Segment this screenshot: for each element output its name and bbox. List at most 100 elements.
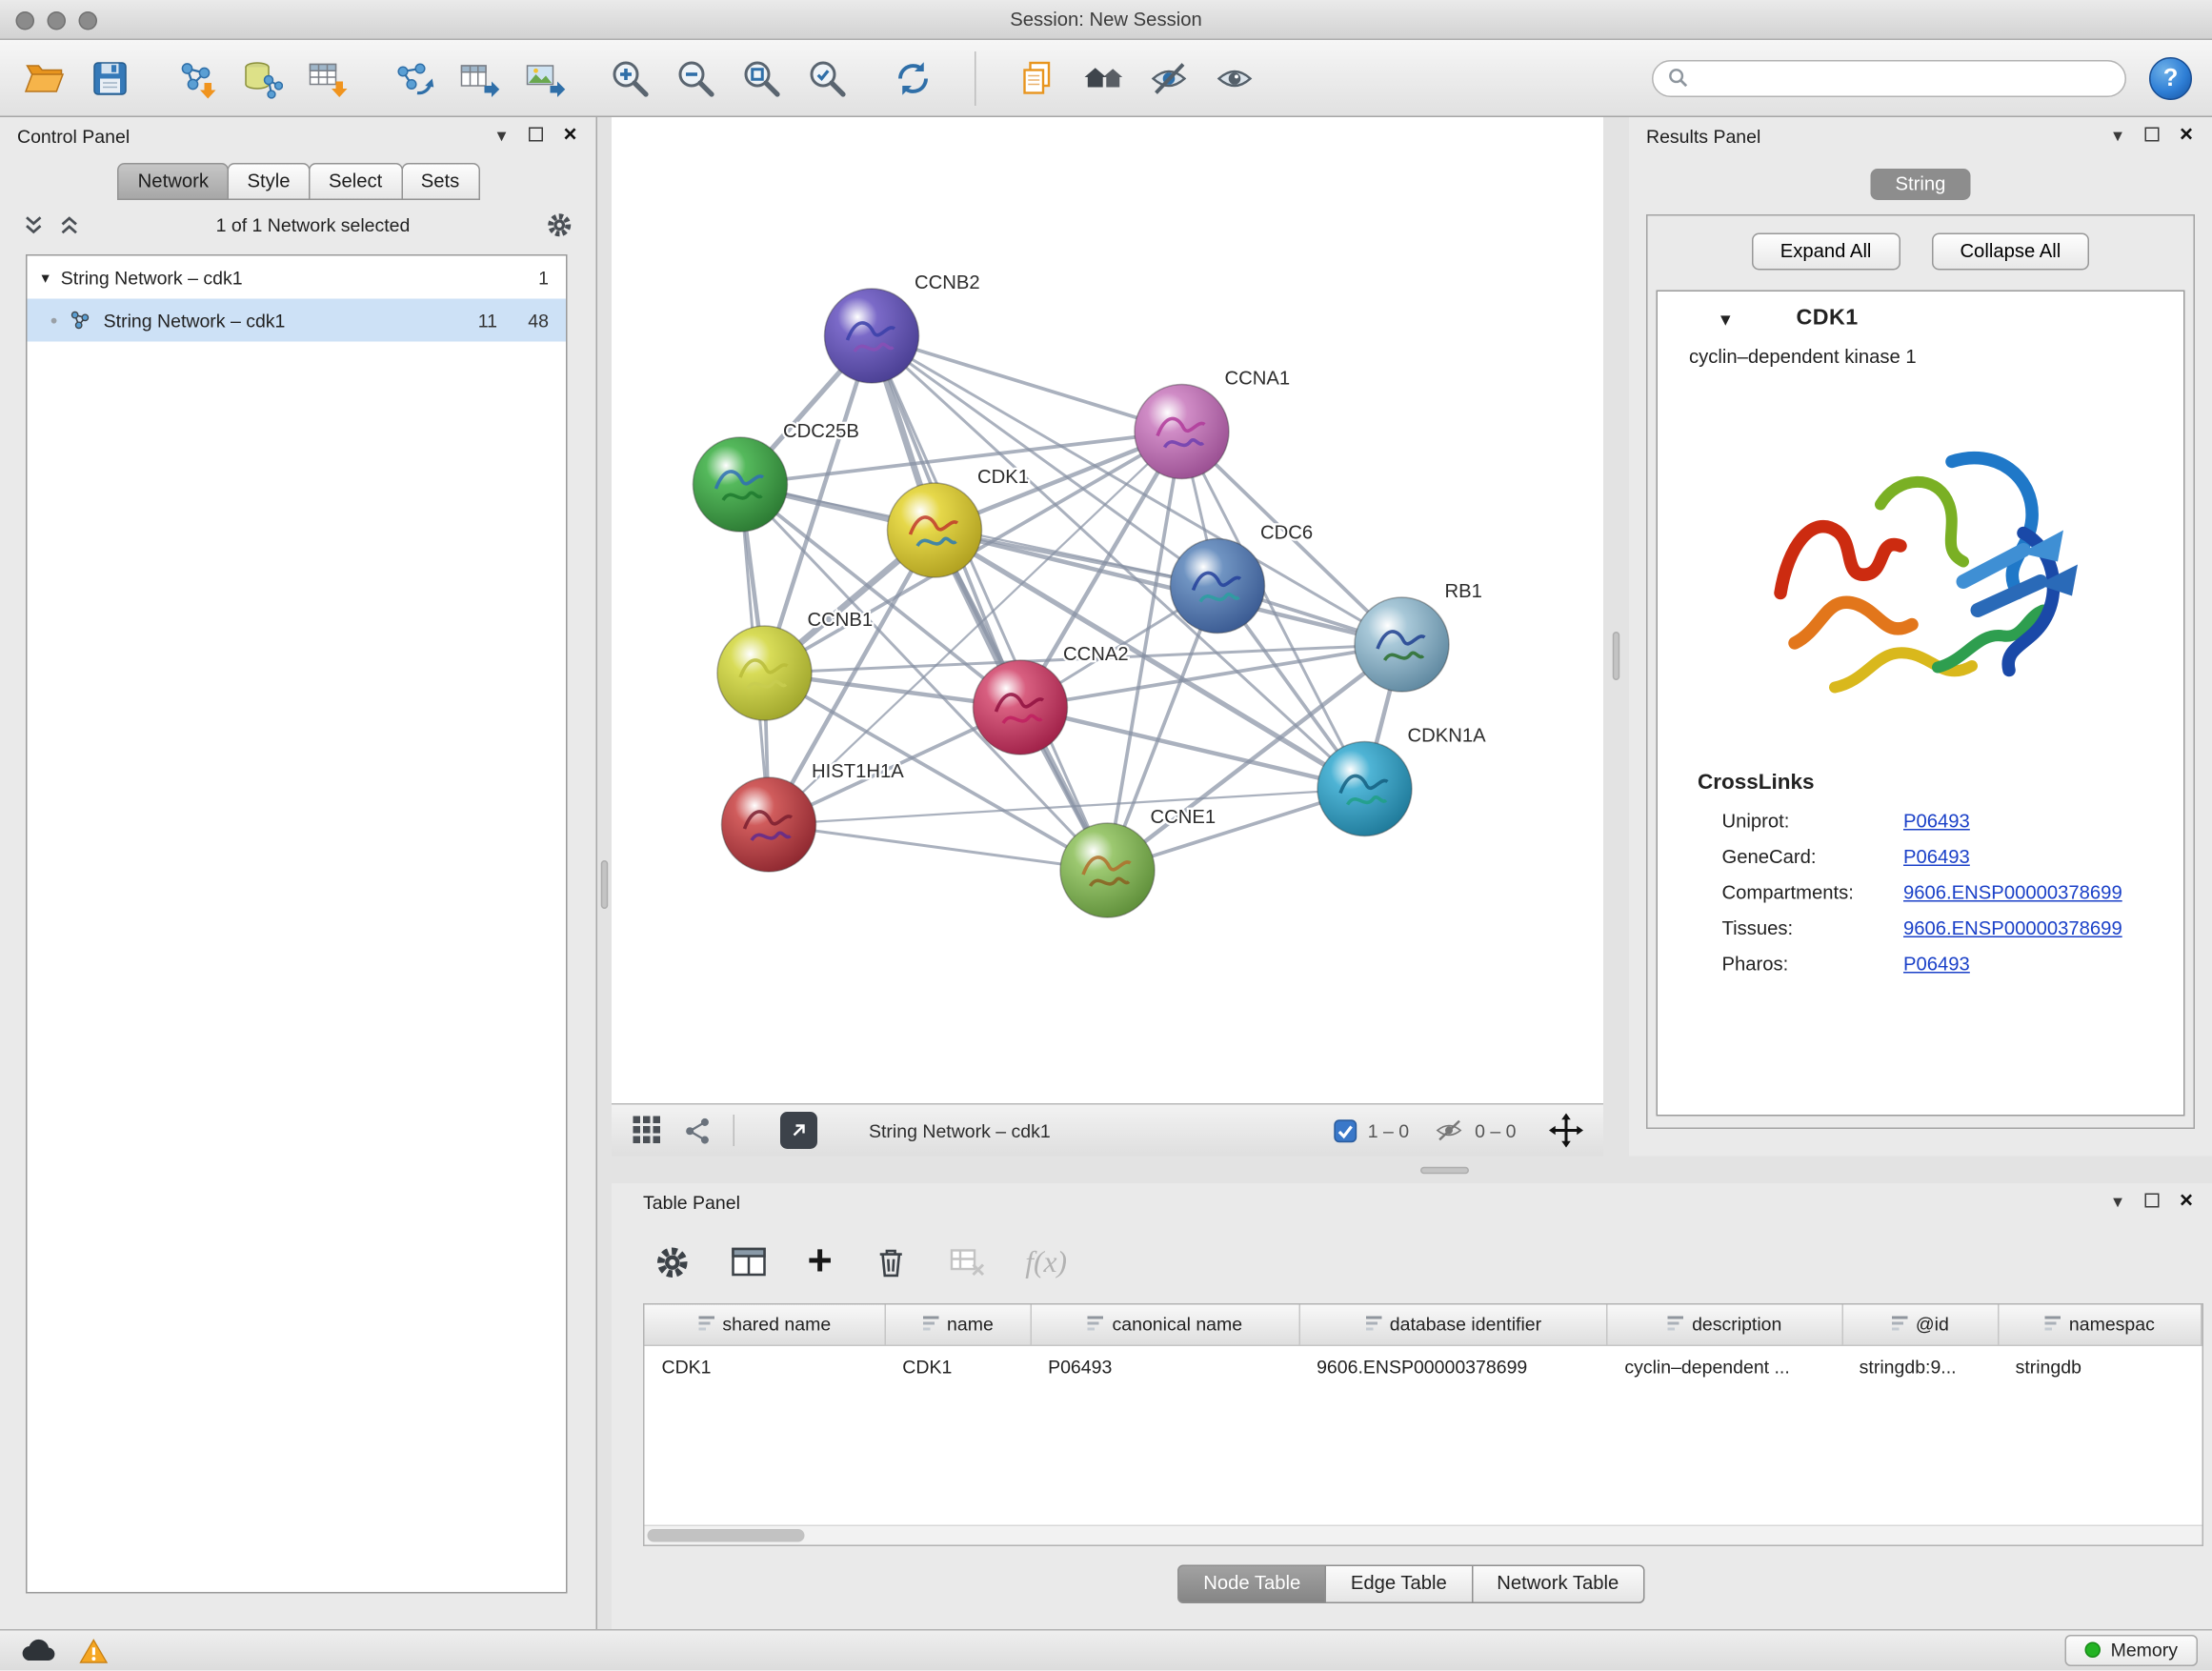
network-node-CDKN1A[interactable] <box>1317 742 1412 836</box>
import-network-file-button[interactable] <box>171 53 220 102</box>
panel-close-icon[interactable]: × <box>559 126 582 146</box>
export-image-button[interactable] <box>520 53 569 102</box>
minimize-window-button[interactable] <box>48 11 67 30</box>
maximize-window-button[interactable] <box>79 11 98 30</box>
save-session-button[interactable] <box>86 53 134 102</box>
network-node-CDC6[interactable] <box>1171 539 1265 634</box>
tab-string[interactable]: String <box>1871 169 1970 200</box>
network-row[interactable]: ● String Network – cdk1 11 48 <box>28 299 567 342</box>
splitter-handle[interactable] <box>1420 1166 1469 1174</box>
share-network-icon[interactable] <box>683 1116 714 1146</box>
expand-all-button[interactable]: Expand All <box>1752 233 1900 271</box>
right-splitter[interactable] <box>1603 117 1629 1157</box>
network-node-CCNB2[interactable] <box>825 289 919 383</box>
zoom-selected-button[interactable] <box>803 53 852 102</box>
entry-expander-icon[interactable]: ▾ <box>1720 307 1731 332</box>
zoom-in-button[interactable] <box>606 53 654 102</box>
show-all-button[interactable] <box>1211 53 1259 102</box>
crosslink-pharos-link[interactable]: P06493 <box>1903 954 1970 976</box>
edge-HIST1H1A-CCNE1[interactable] <box>769 825 1108 871</box>
export-table-button[interactable] <box>454 53 503 102</box>
search-input[interactable] <box>1698 68 2111 90</box>
birds-eye-view-icon[interactable] <box>632 1115 663 1146</box>
column-header-canonical-name[interactable]: canonical name <box>1031 1305 1299 1345</box>
tab-style[interactable]: Style <box>227 163 310 200</box>
memory-button[interactable]: Memory <box>2065 1635 2198 1666</box>
network-canvas[interactable]: CCNB2CCNA1CDC25BCDK1CDC6RB1CCNB1CCNA2CDK… <box>612 117 1603 1103</box>
delete-column-trash-icon[interactable] <box>873 1244 909 1280</box>
network-node-CDK1[interactable] <box>888 483 982 577</box>
crosslink-row: Pharos:P06493 <box>1658 946 2183 982</box>
column-header-at-id[interactable]: @id <box>1842 1305 1999 1345</box>
table-tab-node-table[interactable]: Node Table <box>1177 1565 1326 1604</box>
edge-CDK1-RB1[interactable] <box>935 531 1402 645</box>
column-header-name[interactable]: name <box>885 1305 1031 1345</box>
show-columns-icon[interactable] <box>731 1243 768 1280</box>
column-header-namespac[interactable]: namespac <box>1999 1305 2202 1345</box>
zoom-out-button[interactable] <box>672 53 720 102</box>
panel-float-icon[interactable] <box>2141 126 2163 146</box>
table-tab-network-table[interactable]: Network Table <box>1471 1565 1644 1604</box>
splitter-handle[interactable] <box>1613 632 1620 680</box>
hide-selected-button[interactable] <box>1145 53 1194 102</box>
import-network-database-button[interactable] <box>237 53 286 102</box>
table-tab-edge-table[interactable]: Edge Table <box>1325 1565 1473 1604</box>
panel-menu-icon[interactable]: ▾ <box>2106 1192 2129 1212</box>
selected-checkbox-icon[interactable] <box>1334 1118 1358 1143</box>
clone-network-button[interactable] <box>389 53 437 102</box>
column-header-database-identifier[interactable]: database identifier <box>1299 1305 1607 1345</box>
horizontal-splitter[interactable] <box>612 1157 2212 1184</box>
hidden-eye-slash-icon[interactable] <box>1434 1117 1465 1143</box>
crosslink-tissues-link[interactable]: 9606.ENSP00000378699 <box>1903 917 2122 939</box>
string-home-button[interactable] <box>1079 53 1128 102</box>
help-button[interactable]: ? <box>2149 56 2192 99</box>
left-splitter[interactable] <box>597 117 612 1629</box>
crosslink-compartments-link[interactable]: 9606.ENSP00000378699 <box>1903 882 2122 904</box>
crosslink-genecard-link[interactable]: P06493 <box>1903 846 1970 868</box>
close-window-button[interactable] <box>16 11 35 30</box>
scrollbar-thumb[interactable] <box>648 1529 805 1542</box>
edge-CCNB2-CCNA1[interactable] <box>872 336 1182 433</box>
expand-all-icon[interactable] <box>59 213 81 235</box>
warning-icon[interactable] <box>77 1636 111 1666</box>
open-in-browser-button[interactable] <box>780 1112 817 1149</box>
gear-icon[interactable] <box>546 211 573 238</box>
network-node-RB1[interactable] <box>1355 597 1449 692</box>
pan-move-icon[interactable] <box>1549 1114 1583 1148</box>
zoom-fit-button[interactable] <box>737 53 786 102</box>
refresh-view-button[interactable] <box>889 53 937 102</box>
network-node-CCNA2[interactable] <box>974 660 1068 755</box>
panel-float-icon[interactable] <box>525 126 548 146</box>
table-tabs: Node TableEdge TableNetwork Table <box>612 1565 2212 1604</box>
create-column-plus-icon[interactable]: + <box>808 1243 833 1280</box>
splitter-handle[interactable] <box>601 860 609 909</box>
tab-select[interactable]: Select <box>309 163 402 200</box>
panel-close-icon[interactable]: × <box>2175 1192 2198 1212</box>
tab-network[interactable]: Network <box>118 163 229 200</box>
column-header-description[interactable]: description <box>1607 1305 1841 1345</box>
table-row[interactable]: CDK1CDK1P064939606.ENSP00000378699cyclin… <box>645 1345 2202 1383</box>
network-node-CDC25B[interactable] <box>694 437 788 532</box>
network-node-HIST1H1A[interactable] <box>722 777 816 872</box>
panel-menu-icon[interactable]: ▾ <box>491 126 513 146</box>
crosslink-uniprot-link[interactable]: P06493 <box>1903 811 1970 833</box>
tab-sets[interactable]: Sets <box>401 163 480 200</box>
column-header-shared-name[interactable]: shared name <box>645 1305 886 1345</box>
collapse-all-icon[interactable] <box>23 213 45 235</box>
cloud-icon[interactable] <box>20 1637 57 1665</box>
horizontal-scrollbar[interactable] <box>645 1525 2202 1545</box>
collapse-all-button[interactable]: Collapse All <box>1931 233 2089 271</box>
panel-close-icon[interactable]: × <box>2175 126 2198 146</box>
copy-button[interactable] <box>1014 53 1062 102</box>
edge-CCNB2-CCNE1[interactable] <box>872 336 1108 871</box>
network-node-CCNE1[interactable] <box>1060 823 1155 917</box>
panel-menu-icon[interactable]: ▾ <box>2106 126 2129 146</box>
network-node-CCNA1[interactable] <box>1135 385 1229 479</box>
expander-icon[interactable]: ▾ <box>42 268 50 287</box>
network-node-CCNB1[interactable] <box>717 626 812 720</box>
import-table-file-button[interactable] <box>303 53 352 102</box>
panel-float-icon[interactable] <box>2141 1192 2163 1212</box>
network-collection-row[interactable]: ▾ String Network – cdk1 1 <box>28 256 567 299</box>
open-session-button[interactable] <box>20 53 69 102</box>
table-settings-gear-icon[interactable] <box>654 1244 691 1280</box>
